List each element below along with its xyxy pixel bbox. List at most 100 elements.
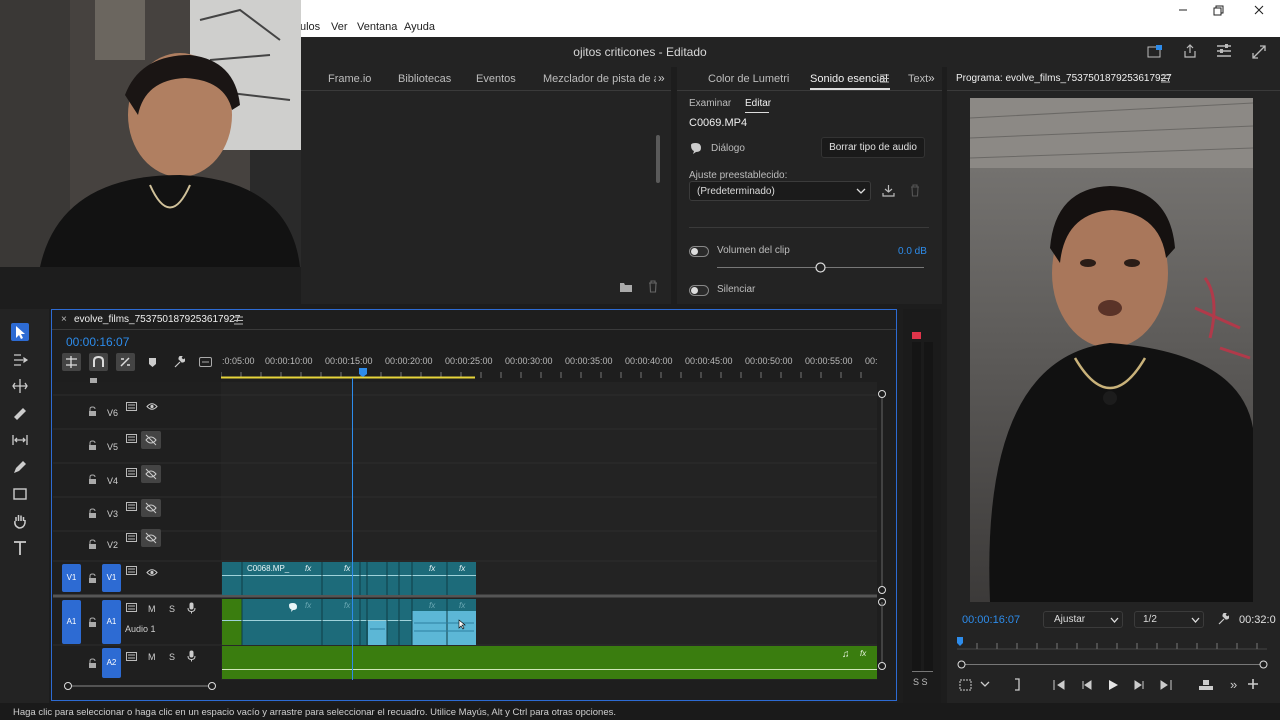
restore-icon[interactable]	[1211, 3, 1227, 17]
snap-icon[interactable]	[89, 353, 108, 371]
panel-menu-icon[interactable]	[234, 316, 243, 325]
zoom-bar-left-handle[interactable]	[957, 660, 966, 669]
save-preset-icon[interactable]	[882, 184, 895, 197]
mute-toggle[interactable]	[689, 285, 709, 296]
linked-selection-icon[interactable]	[116, 353, 135, 371]
mute-track-button[interactable]: M	[148, 604, 156, 614]
sync-lock-icon[interactable]	[126, 652, 137, 662]
lock-icon[interactable]	[88, 617, 97, 628]
sync-lock-icon[interactable]	[126, 603, 137, 613]
lock-icon[interactable]	[88, 658, 97, 669]
microphone-icon[interactable]	[187, 602, 196, 614]
sync-lock-icon[interactable]	[126, 502, 137, 512]
timeline-settings-icon[interactable]	[173, 356, 185, 368]
menu-graphics[interactable]: ulos	[300, 21, 320, 33]
tab-lumetri-color[interactable]: Color de Lumetri	[708, 73, 789, 85]
tab-events[interactable]: Eventos	[476, 73, 516, 85]
program-mini-ruler[interactable]	[957, 635, 1267, 655]
resolution-dropdown[interactable]: 1/2	[1134, 611, 1204, 628]
eye-icon[interactable]	[146, 568, 158, 577]
source-patch-v1[interactable]: V1	[62, 564, 81, 592]
captions-icon[interactable]	[199, 357, 212, 367]
more-tabs-icon[interactable]: »	[928, 71, 935, 85]
timeline-ruler[interactable]	[221, 366, 881, 382]
sync-lock-icon[interactable]	[126, 533, 137, 543]
timeline-timecode[interactable]: 00:00:16:07	[66, 335, 129, 349]
eye-hidden-icon[interactable]	[141, 431, 161, 449]
panel-scrollbar[interactable]	[656, 135, 660, 183]
selection-tool-icon[interactable]	[11, 323, 29, 341]
lock-icon[interactable]	[88, 474, 97, 485]
pen-tool-icon[interactable]	[11, 458, 29, 476]
program-zoom-bar[interactable]	[961, 664, 1265, 665]
lock-icon[interactable]	[88, 440, 97, 451]
close-sequence-icon[interactable]: ×	[61, 314, 67, 325]
eye-hidden-icon[interactable]	[141, 465, 161, 483]
preset-dropdown[interactable]: (Predeterminado)	[689, 181, 871, 201]
panel-menu-icon[interactable]	[880, 74, 889, 83]
chevron-down-icon[interactable]	[980, 681, 990, 688]
program-timecode[interactable]: 00:00:16:07	[962, 614, 1020, 626]
play-icon[interactable]	[1107, 679, 1119, 691]
tab-libraries[interactable]: Bibliotecas	[398, 73, 451, 85]
video-clip[interactable]: C0068.MP_ fx fx fx fx	[222, 562, 476, 595]
solo-track-button[interactable]: S	[169, 652, 175, 662]
tab-browse[interactable]: Examinar	[689, 98, 731, 109]
audio-clip[interactable]: fx fx fx fx	[222, 599, 476, 645]
go-to-in-icon[interactable]	[1053, 679, 1067, 691]
more-controls-icon[interactable]: »	[1230, 677, 1237, 692]
add-button-icon[interactable]	[1247, 678, 1259, 690]
sync-lock-icon[interactable]	[126, 566, 137, 576]
menu-help[interactable]: Ayuda	[404, 21, 435, 33]
mark-out-icon[interactable]	[1014, 678, 1022, 691]
vertical-scrollbars[interactable]	[876, 388, 888, 674]
more-tabs-icon[interactable]: »	[658, 71, 665, 85]
menu-view[interactable]: Ver	[331, 21, 348, 33]
clip-volume-slider-handle[interactable]	[815, 262, 826, 273]
tab-audio-track-mixer[interactable]: Mezclador de pista de audic	[543, 73, 656, 85]
menu-window[interactable]: Ventana	[357, 21, 397, 33]
program-video-frame[interactable]	[970, 98, 1253, 602]
track-select-forward-icon[interactable]	[11, 351, 29, 369]
mute-track-button[interactable]: M	[148, 652, 156, 662]
rectangle-tool-icon[interactable]	[11, 485, 29, 503]
tab-edit[interactable]: Editar	[745, 98, 771, 109]
lock-icon[interactable]	[88, 508, 97, 519]
ripple-edit-tool-icon[interactable]	[11, 377, 29, 395]
source-patch-a1[interactable]: A1	[62, 600, 81, 644]
sequence-tab[interactable]: evolve_films_7537501879253617927	[74, 314, 240, 325]
meter-solo-buttons[interactable]: S S	[913, 677, 928, 687]
razor-tool-icon[interactable]	[11, 404, 29, 422]
trash-icon[interactable]	[647, 280, 659, 293]
panel-menu-icon[interactable]	[1161, 74, 1170, 83]
zoom-dropdown[interactable]: Ajustar	[1043, 611, 1123, 628]
sync-lock-icon[interactable]	[126, 468, 137, 478]
track-target-v1[interactable]: V1	[102, 564, 121, 592]
music-audio-clip[interactable]: ♫ fx	[222, 646, 877, 679]
lift-icon[interactable]	[1198, 678, 1214, 691]
sync-lock-icon[interactable]	[126, 402, 137, 412]
clear-audio-type-button[interactable]: Borrar tipo de audio	[821, 137, 925, 158]
eye-hidden-icon[interactable]	[141, 529, 161, 547]
share-icon[interactable]	[1182, 43, 1198, 59]
clip-volume-toggle[interactable]	[689, 246, 709, 257]
eye-icon[interactable]	[146, 402, 158, 411]
zoom-bar-right-handle[interactable]	[1259, 660, 1268, 669]
lock-icon[interactable]	[88, 406, 97, 417]
step-forward-icon[interactable]	[1133, 679, 1145, 691]
marker-box-icon[interactable]	[959, 679, 973, 691]
hand-tool-icon[interactable]	[11, 512, 29, 530]
close-window-icon[interactable]	[1251, 3, 1267, 17]
wrench-icon[interactable]	[1217, 613, 1229, 625]
sync-lock-icon[interactable]	[126, 434, 137, 444]
new-bin-icon[interactable]	[619, 281, 633, 293]
quick-export-icon[interactable]	[1147, 45, 1163, 59]
delete-preset-icon[interactable]	[909, 184, 921, 197]
timeline-zoom-bar[interactable]	[60, 680, 220, 692]
tab-essential-sound[interactable]: Sonido esencial	[810, 73, 888, 85]
solo-track-button[interactable]: S	[169, 604, 175, 614]
clip-volume-value[interactable]: 0.0 dB	[898, 246, 927, 257]
nest-sequence-icon[interactable]	[62, 353, 81, 371]
lock-icon[interactable]	[88, 573, 97, 584]
tab-frameio[interactable]: Frame.io	[328, 73, 371, 85]
